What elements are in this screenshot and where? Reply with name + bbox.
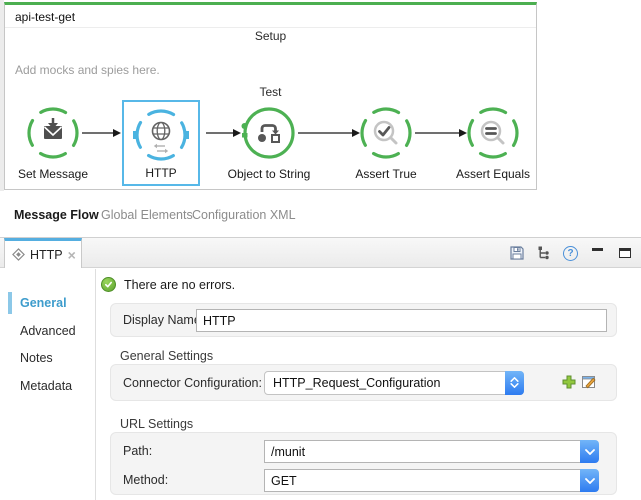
method-input[interactable] (264, 469, 581, 492)
minimize-icon[interactable] (589, 245, 606, 262)
connector-configuration-select[interactable]: HTTP_Request_Configuration (264, 371, 524, 395)
sidebar-item-general[interactable]: General (20, 296, 67, 310)
magnifier-check-icon (358, 105, 414, 161)
plus-icon (561, 374, 577, 390)
url-settings-title: URL Settings (120, 417, 193, 431)
flow-node-http[interactable]: HTTP (122, 100, 200, 186)
display-name-input[interactable] (196, 309, 607, 332)
node-label: Assert Equals (448, 167, 538, 181)
path-dropdown-button[interactable] (580, 440, 599, 463)
display-name-group: Display Name: (110, 303, 617, 337)
chevron-down-icon (585, 478, 595, 484)
properties-panel-body: General Advanced Notes Metadata There ar… (0, 269, 641, 500)
globe-icon (133, 107, 189, 163)
editor-view-tabs: Message Flow Global Elements Configurati… (0, 191, 641, 237)
path-input[interactable] (264, 440, 581, 463)
maximize-icon[interactable] (616, 245, 633, 262)
method-label: Method: (123, 473, 168, 487)
properties-panel-header: HTTP × ? (0, 237, 641, 268)
save-icon[interactable] (508, 245, 525, 262)
tab-message-flow[interactable]: Message Flow (14, 208, 99, 222)
tab-global-elements[interactable]: Global Elements (101, 208, 193, 222)
sidebar-item-metadata[interactable]: Metadata (20, 379, 72, 393)
general-settings-group: Connector Configuration: HTTP_Request_Co… (110, 364, 617, 401)
method-dropdown-button[interactable] (580, 469, 599, 492)
general-settings-title: General Settings (120, 349, 213, 363)
setup-hint-text: Add mocks and spies here. (15, 63, 160, 77)
flow-node-object-to-string[interactable]: Object to String (224, 105, 314, 181)
display-name-label: Display Name: (123, 313, 204, 327)
tab-configuration-xml[interactable]: Configuration XML (192, 208, 296, 222)
node-label: Assert True (341, 167, 431, 181)
node-label: Set Message (8, 167, 98, 181)
edit-configuration-button[interactable] (581, 374, 598, 391)
flow-node-assert-true[interactable]: Assert True (341, 105, 431, 181)
chevron-down-icon (585, 449, 595, 455)
show-in-tree-icon[interactable] (535, 245, 552, 262)
mule-component-icon (12, 248, 25, 261)
close-icon[interactable]: × (68, 248, 76, 262)
connector-configuration-label: Connector Configuration: (123, 376, 262, 390)
envelope-arrow-icon (25, 105, 81, 161)
properties-tab-title: HTTP (30, 248, 63, 262)
method-combo (264, 469, 599, 492)
properties-tab-http[interactable]: HTTP × (4, 238, 82, 268)
flow-node-set-message[interactable]: Set Message (8, 105, 98, 181)
flow-node-assert-equals[interactable]: Assert Equals (448, 105, 538, 181)
flow-title-divider (5, 27, 536, 28)
transform-icon (241, 105, 297, 161)
properties-toolbar: ? (508, 238, 633, 268)
flow-title: api-test-get (15, 10, 75, 24)
sidebar-divider (95, 269, 96, 500)
url-settings-group: Path: Method: (110, 432, 617, 495)
sidebar-item-notes[interactable]: Notes (20, 351, 53, 365)
setup-scope-label: Setup (5, 29, 536, 43)
flow-canvas[interactable]: api-test-get Setup Add mocks and spies h… (4, 2, 537, 190)
connector-configuration-value: HTTP_Request_Configuration (265, 376, 505, 390)
path-combo (264, 440, 599, 463)
select-stepper-icon (505, 371, 524, 395)
node-label: Object to String (224, 167, 314, 181)
add-configuration-button[interactable] (561, 374, 578, 391)
validation-status-text: There are no errors. (124, 278, 235, 292)
magnifier-equals-icon (465, 105, 521, 161)
sidebar-item-advanced[interactable]: Advanced (20, 324, 76, 338)
test-scope-label: Test (5, 85, 536, 99)
path-label: Path: (123, 444, 152, 458)
edit-icon (581, 374, 597, 390)
validation-status-row: There are no errors. (101, 277, 235, 292)
sidebar-active-indicator (8, 292, 12, 314)
help-icon[interactable]: ? (562, 245, 579, 262)
success-check-icon (101, 277, 116, 292)
node-label: HTTP (124, 166, 198, 180)
